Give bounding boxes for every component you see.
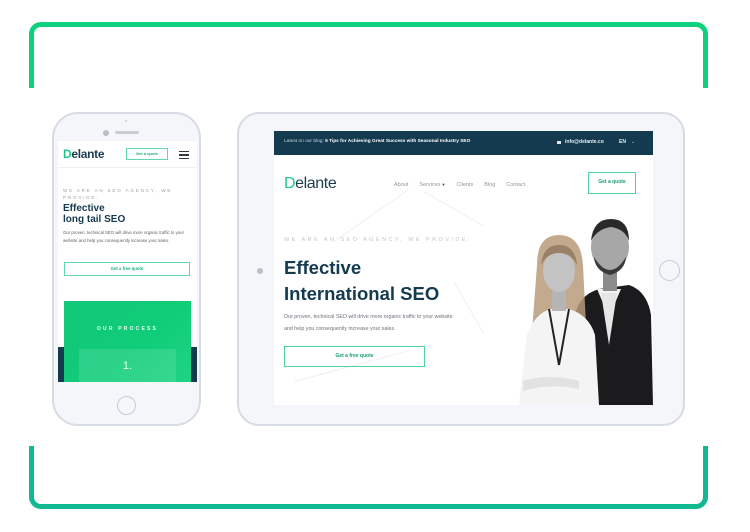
phone-sensor <box>125 120 127 122</box>
phone-process-section: OUR PROCESS 1. <box>64 301 191 382</box>
phone-home-button <box>117 396 136 415</box>
nav-contact[interactable]: Contact <box>506 182 525 188</box>
title-line-2: International SEO <box>284 283 440 304</box>
language-selector[interactable]: EN <box>619 139 626 145</box>
nav-services-label: Services <box>419 182 441 188</box>
nav-about[interactable]: About <box>394 182 408 188</box>
nav-clients[interactable]: Clients <box>456 182 473 188</box>
blog-prefix: Latest on our blog: <box>284 139 326 144</box>
tablet-home-button <box>659 260 680 281</box>
tablet-screen: Latest on our blog: 5 Tips for Achieving… <box>274 131 653 405</box>
logo-text: elante <box>295 175 337 192</box>
bracket-bottom-decoration <box>29 446 708 509</box>
title-line-2: long tail SEO <box>63 214 126 225</box>
phone-logo[interactable]: Delante <box>63 147 105 161</box>
phone-free-quote-button[interactable]: Get a free quote <box>64 262 190 276</box>
phone-speaker <box>115 131 139 134</box>
tablet-get-quote-button[interactable]: Get a quote <box>588 172 636 194</box>
team-photo <box>519 219 653 405</box>
tablet-top-bar: Latest on our blog: 5 Tips for Achieving… <box>274 131 653 155</box>
blog-announcement[interactable]: Latest on our blog: 5 Tips for Achieving… <box>284 139 470 144</box>
caret-down-icon: ▼ <box>441 182 446 187</box>
tablet-hero-description: Our proven, technical SEO will drive mor… <box>284 314 453 332</box>
title-line-1: Effective <box>63 203 105 214</box>
tablet-free-quote-button[interactable]: Get a free quote <box>284 346 425 367</box>
mail-icon <box>557 141 561 144</box>
background-network-line <box>423 191 485 227</box>
tablet-main-nav: About Services▼ Clients Blog Contact <box>394 182 525 188</box>
phone-get-quote-button[interactable]: Get a quote <box>126 148 168 160</box>
phone-hero-description: Our proven, technical SEO will drive mor… <box>63 230 184 243</box>
phone-camera-icon <box>103 130 109 136</box>
email-link[interactable]: info@delante.co <box>565 139 604 145</box>
blog-title-link[interactable]: 5 Tips for Achieving Great Success with … <box>325 139 470 144</box>
nav-blog[interactable]: Blog <box>484 182 495 188</box>
chevron-down-icon[interactable]: ⌄ <box>631 139 635 145</box>
phone-screen: Delante Get a quote WE ARE AN SEO AGENCY… <box>58 141 197 382</box>
tablet-mockup: Latest on our blog: 5 Tips for Achieving… <box>237 112 685 426</box>
phone-hero-title: Effective long tail SEO <box>63 203 125 225</box>
bracket-top-decoration <box>29 22 708 88</box>
tablet-camera-icon <box>257 268 263 274</box>
nav-services[interactable]: Services▼ <box>419 182 445 188</box>
logo-letter: D <box>284 175 296 192</box>
tablet-hero-title: Effective International SEO <box>284 255 439 307</box>
tablet-eyebrow: WE ARE AN SEO AGENCY, WE PROVIDE: <box>284 237 472 243</box>
background-network-line <box>334 189 409 242</box>
phone-mockup: Delante Get a quote WE ARE AN SEO AGENCY… <box>52 112 201 426</box>
tablet-logo[interactable]: Delante <box>284 175 337 193</box>
process-heading: OUR PROCESS <box>96 326 159 332</box>
hamburger-icon[interactable] <box>179 151 189 161</box>
phone-site-header: Delante Get a quote <box>58 141 197 168</box>
process-step-number: 1. <box>122 360 133 372</box>
title-line-1: Effective <box>284 257 362 278</box>
logo-text: elante <box>71 147 105 161</box>
phone-eyebrow: WE ARE AN SEO AGENCY, WE PROVIDE: <box>63 188 173 200</box>
process-step-card: 1. <box>79 349 176 382</box>
